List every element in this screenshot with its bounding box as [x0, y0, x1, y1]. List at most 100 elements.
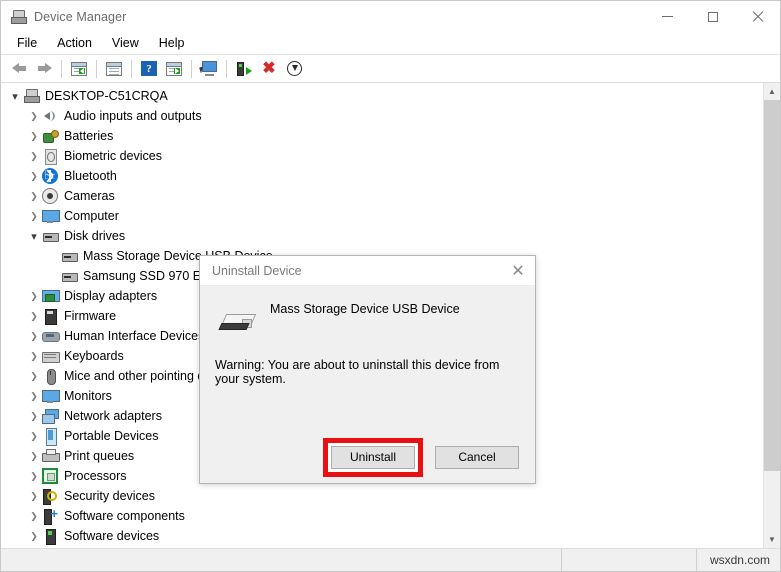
chevron-right-icon[interactable]: ❯: [26, 326, 42, 346]
tree-item[interactable]: ❯ Security devices: [1, 486, 763, 506]
chevron-right-icon[interactable]: ❯: [26, 486, 42, 506]
tree-item-label: Keyboards: [64, 349, 124, 363]
dialog-close-button[interactable]: ✕: [501, 256, 535, 286]
chevron-right-icon[interactable]: ❯: [26, 546, 42, 548]
tree-item-label: Computer: [64, 209, 119, 223]
chevron-right-icon[interactable]: ❯: [26, 166, 42, 186]
forward-icon: [36, 62, 53, 75]
tree-item[interactable]: ❯ Software components: [1, 506, 763, 526]
help-topics-button[interactable]: [102, 57, 126, 81]
chevron-right-icon[interactable]: ❯: [26, 406, 42, 426]
chevron-down-icon[interactable]: ▾: [7, 86, 23, 106]
chevron-right-icon[interactable]: ❯: [26, 106, 42, 126]
warning-text: Warning: You are about to uninstall this…: [215, 358, 500, 386]
watermark-text: wsxdn.com: [709, 553, 770, 567]
portable-device-icon: [42, 428, 58, 446]
back-icon: [11, 62, 28, 75]
scan-hardware-button[interactable]: [197, 57, 221, 81]
chevron-right-icon[interactable]: ❯: [26, 386, 42, 406]
tree-item-label: Human Interface Devices: [64, 329, 205, 343]
camera-icon: [42, 188, 58, 204]
maximize-button[interactable]: [690, 1, 735, 32]
update-driver-button[interactable]: [162, 57, 186, 81]
menu-bar: File Action View Help: [1, 32, 780, 55]
cancel-button[interactable]: Cancel: [435, 445, 519, 469]
enable-device-button[interactable]: [232, 57, 256, 81]
help-button[interactable]: ?: [137, 57, 161, 81]
chevron-right-icon[interactable]: ❯: [26, 346, 42, 366]
scroll-up-button[interactable]: ▲: [764, 83, 780, 100]
chevron-right-icon[interactable]: ❯: [26, 126, 42, 146]
uninstall-button[interactable]: Uninstall: [331, 445, 415, 469]
tree-item-label: Print queues: [64, 449, 135, 463]
toolbar-separator: [96, 59, 97, 78]
usb-disk-drive-icon: [218, 310, 257, 340]
add-legacy-hardware-button[interactable]: [282, 57, 306, 81]
tree-item-label: Network adapters: [64, 409, 162, 423]
chevron-right-icon[interactable]: ❯: [26, 146, 42, 166]
properties-button[interactable]: [67, 57, 91, 81]
tree-item[interactable]: ❯ Bluetooth: [1, 166, 763, 186]
tree-item-label: Batteries: [64, 129, 114, 143]
device-manager-window: Device Manager File Action View Help ? ✖…: [0, 0, 781, 572]
uninstall-device-icon: ✖: [262, 59, 276, 77]
chevron-right-icon[interactable]: ❯: [26, 446, 42, 466]
window-controls: [645, 1, 780, 32]
content-area: ▾ DESKTOP-C51CRQA ❯ Audio inputs and output…: [1, 83, 780, 548]
menu-file[interactable]: File: [7, 33, 47, 53]
tree-item-label: Processors: [64, 469, 127, 483]
tree-item-label: Firmware: [64, 309, 117, 323]
tree-item-label: Software devices: [64, 529, 160, 543]
back-button[interactable]: [7, 57, 31, 81]
tree-root-item[interactable]: ▾ DESKTOP-C51CRQA: [1, 86, 763, 106]
chevron-right-icon[interactable]: ❯: [26, 286, 42, 306]
tree-item-label: Security devices: [64, 489, 156, 503]
menu-help[interactable]: Help: [149, 33, 195, 53]
tree-item[interactable]: ❯ Audio inputs and outputs: [1, 106, 763, 126]
hid-icon: [42, 328, 60, 344]
minimize-button[interactable]: [645, 1, 690, 32]
dialog-title-bar: Uninstall Device ✕: [200, 256, 535, 286]
vertical-scrollbar[interactable]: ▲ ▼: [763, 83, 780, 548]
tree-item[interactable]: ❯ Biometric devices: [1, 146, 763, 166]
forward-button[interactable]: [32, 57, 56, 81]
chevron-right-icon[interactable]: ❯: [26, 506, 42, 526]
tree-item[interactable]: ❯ Software devices: [1, 526, 763, 546]
tree-item[interactable]: ❯ Cameras: [1, 186, 763, 206]
tree-item[interactable]: ▾ Disk drives: [1, 226, 763, 246]
status-segment-right: wsxdn.com: [696, 548, 780, 572]
chevron-right-icon[interactable]: ❯: [26, 426, 42, 446]
scrollbar-thumb[interactable]: [764, 100, 780, 471]
tree-item-label: Software components: [64, 509, 185, 523]
help-topics-icon: [106, 61, 122, 76]
tree-item-label: Biometric devices: [64, 149, 162, 163]
chevron-right-icon[interactable]: ❯: [26, 526, 42, 546]
maximize-icon: [707, 11, 718, 22]
chevron-right-icon[interactable]: ❯: [26, 306, 42, 326]
tree-item[interactable]: ❯ Sound, video and game controllers: [1, 546, 763, 548]
properties-icon: [71, 61, 87, 76]
install-legacy-icon: [286, 61, 302, 76]
chevron-right-icon[interactable]: ❯: [26, 366, 42, 386]
close-button[interactable]: [735, 1, 780, 32]
menu-view[interactable]: View: [102, 33, 149, 53]
chevron-down-icon[interactable]: ▾: [26, 226, 42, 246]
chevron-right-icon[interactable]: ❯: [26, 186, 42, 206]
scroll-down-button[interactable]: ▼: [764, 531, 780, 548]
toolbar-separator: [131, 59, 132, 78]
chevron-right-icon[interactable]: ❯: [26, 206, 42, 226]
uninstall-device-button[interactable]: ✖: [257, 57, 281, 81]
tree-item-label: Sound, video and game controllers: [64, 546, 257, 548]
menu-action[interactable]: Action: [47, 33, 102, 53]
scan-hardware-icon: [199, 61, 218, 76]
processor-icon: [42, 468, 58, 484]
scrollbar-track[interactable]: [764, 100, 780, 531]
software-component-icon: [42, 507, 58, 525]
dialog-footer: Uninstall Cancel: [200, 431, 535, 483]
security-icon: [42, 488, 58, 505]
firmware-icon: [42, 308, 58, 325]
tree-item[interactable]: ❯ Batteries: [1, 126, 763, 146]
tree-item[interactable]: ❯ Computer: [1, 206, 763, 226]
chevron-right-icon[interactable]: ❯: [26, 466, 42, 486]
